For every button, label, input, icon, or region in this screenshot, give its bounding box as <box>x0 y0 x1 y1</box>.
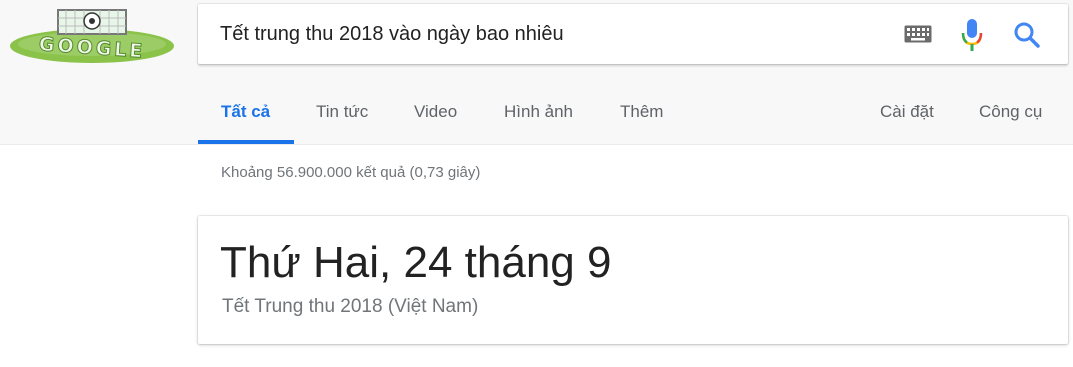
answer-text: Thứ Hai, 24 tháng 9 <box>220 238 612 287</box>
google-doodle-logo[interactable]: GOOGLE <box>8 6 176 64</box>
tab-videos[interactable]: Video <box>414 102 457 122</box>
settings-link[interactable]: Cài đặt <box>880 102 934 122</box>
doodle-icon: GOOGLE <box>10 9 174 63</box>
tab-all[interactable]: Tất cả <box>221 102 270 122</box>
active-tab-indicator <box>198 140 294 144</box>
tools-link[interactable]: Công cụ <box>979 102 1042 122</box>
answer-subtitle: Tết Trung thu 2018 (Việt Nam) <box>222 296 479 317</box>
tab-more[interactable]: Thêm <box>620 102 663 122</box>
tab-images[interactable]: Hình ảnh <box>504 102 573 122</box>
search-icon[interactable] <box>1013 21 1041 49</box>
tab-news[interactable]: Tin tức <box>316 102 368 122</box>
microphone-icon[interactable] <box>961 18 983 52</box>
search-box[interactable] <box>198 4 1068 64</box>
search-input[interactable] <box>220 20 880 48</box>
keyboard-icon[interactable] <box>904 25 932 43</box>
result-stats: Khoảng 56.900.000 kết quả (0,73 giây) <box>221 164 481 181</box>
answer-card: Thứ Hai, 24 tháng 9 Tết Trung thu 2018 (… <box>198 216 1068 344</box>
